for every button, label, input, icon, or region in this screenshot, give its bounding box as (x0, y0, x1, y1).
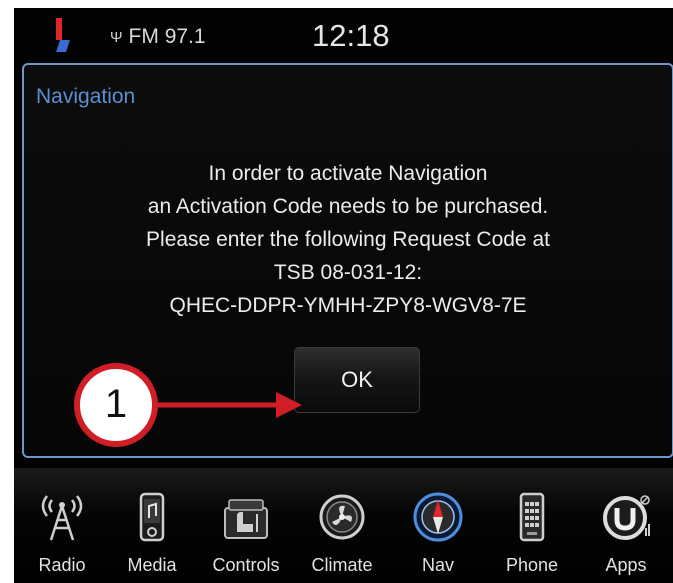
station-label: FM 97.1 (128, 25, 206, 48)
nav-label: Phone (505, 555, 559, 575)
nav-item-climate[interactable]: Climate (300, 468, 384, 583)
message-line: an Activation Code needs to be purchased… (147, 195, 549, 218)
annotation-arrow-icon (156, 392, 302, 418)
nav-item-controls[interactable]: Controls (204, 468, 288, 583)
nav-label: Apps (605, 555, 647, 575)
annotation-callout: 1 (74, 363, 158, 447)
nav-item-nav[interactable]: Nav (396, 468, 480, 583)
nav-label: Media (127, 555, 177, 575)
clock: 12:18 (312, 18, 390, 53)
nav-item-media[interactable]: Media (110, 468, 194, 583)
radio-tower-icon (41, 495, 83, 541)
message-line: Please enter the following Request Code … (146, 228, 550, 251)
nav-item-apps[interactable]: Apps (584, 468, 668, 583)
nav-item-phone[interactable]: Phone (490, 468, 574, 583)
seat-controls-icon (224, 499, 268, 539)
compass-icon (413, 492, 463, 542)
climate-fan-icon (319, 494, 365, 540)
nav-label: Controls (212, 555, 280, 575)
media-player-icon (139, 492, 165, 542)
ok-button[interactable]: OK (294, 347, 420, 413)
phone-icon (519, 492, 545, 542)
status-bar: Ψ FM 97.1 12:18 (14, 8, 673, 60)
radio-station-indicator[interactable]: Ψ FM 97.1 (110, 25, 206, 49)
message-line: TSB 08-031-12: (273, 261, 423, 284)
bottom-nav-bar: Radio Media Controls Climate Nav Phone A… (14, 468, 673, 583)
nav-item-radio[interactable]: Radio (20, 468, 104, 583)
request-code: QHEC-DDPR-YMHH-ZPY8-WGV8-7E (169, 294, 527, 317)
nav-label: Radio (38, 555, 86, 575)
antenna-icon: Ψ (110, 28, 123, 46)
head-unit-screen: Ψ FM 97.1 12:18 Navigation In order to a… (14, 8, 673, 583)
nav-label: Climate (311, 555, 373, 575)
dialog-message: In order to activate Navigation an Activ… (24, 157, 672, 322)
dialog-title: Navigation (36, 85, 136, 108)
message-line: In order to activate Navigation (208, 162, 488, 185)
nav-label: Nav (421, 555, 454, 575)
brand-flag-icon (56, 18, 70, 54)
apps-icon (603, 495, 650, 540)
